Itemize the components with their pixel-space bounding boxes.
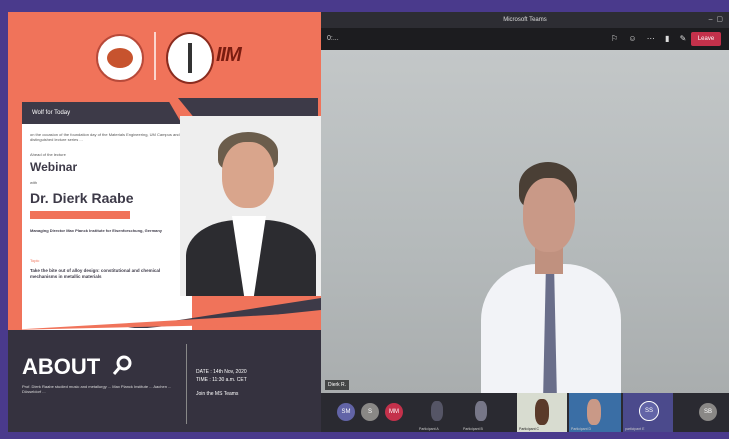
participant-tile[interactable]: SS participant E <box>623 393 673 432</box>
participant-avatar[interactable]: SM <box>337 403 355 421</box>
webinar-label: Webinar <box>30 160 78 174</box>
speaker-photo <box>180 116 321 296</box>
logo-divider <box>154 32 156 80</box>
speaker-role: Managing Director Max Planck Institute f… <box>30 228 163 233</box>
event-date: DATE : 14th Nov, 2020 <box>196 369 247 375</box>
participant-tile[interactable]: Participant B <box>461 393 501 432</box>
teams-window: Microsoft Teams – ▢ 0:... ⚐ ☺ ⋯ ▮ ✎ ⇪ Le… <box>321 12 729 432</box>
participant-avatar[interactable]: MM <box>385 403 403 421</box>
presenter-video[interactable]: Dierk R. <box>321 50 729 393</box>
participant-tile[interactable]: Participant C <box>517 393 567 432</box>
about-text: Prof. Dierk Raabe studied music and meta… <box>22 384 172 394</box>
topic-text: Take the bite out of alloy design: const… <box>30 268 161 279</box>
poster-header <box>8 12 321 92</box>
window-controls[interactable]: – ▢ <box>709 12 723 28</box>
leave-button[interactable]: Leave <box>691 32 721 46</box>
footer-divider <box>186 344 187 424</box>
meeting-toolbar: 0:... ⚐ ☺ ⋯ ▮ ✎ ⇪ Leave <box>321 28 729 50</box>
poster-footer <box>8 330 321 432</box>
call-timer: 0:... <box>327 35 339 42</box>
window-title: Microsoft Teams <box>503 17 547 23</box>
event-venue: Join the MS Teams <box>196 391 239 397</box>
with-label: with <box>30 180 38 185</box>
university-logo-icon <box>96 34 144 82</box>
speaker-name: Dr. Dierk Raabe <box>30 190 134 206</box>
presenter-name-tag: Dierk R. <box>325 380 350 390</box>
participant-tile[interactable]: Participant D <box>569 393 621 432</box>
webinar-poster: IIM Wolf for Today on the occasion of th… <box>8 12 321 432</box>
search-icon <box>112 355 132 375</box>
participant-avatar[interactable]: S <box>361 403 379 421</box>
organized-by: Ahead of the lecture <box>30 152 66 157</box>
tower-seal-icon <box>166 32 214 84</box>
participant-avatar[interactable]: SB <box>699 403 717 421</box>
event-time: TIME : 11:30 a.m. CET <box>196 377 247 383</box>
participant-tile[interactable]: Participant A <box>417 393 457 432</box>
poster-info-panel: on the occasion of the foundation day of… <box>22 124 192 334</box>
about-heading: ABOUT <box>22 354 101 379</box>
event-details: DATE : 14th Nov, 2020 TIME : 11:30 a.m. … <box>196 368 247 398</box>
topic-label: Topic <box>30 258 40 263</box>
institute-logo-icon: IIM <box>216 44 242 66</box>
intro-text: on the occasion of the foundation day of… <box>30 132 180 142</box>
participant-strip: SM S MM Participant A Participant B Part… <box>321 393 729 432</box>
poster-title-bar: Wolf for Today <box>22 102 182 124</box>
window-titlebar: Microsoft Teams – ▢ <box>321 12 729 28</box>
name-underline <box>30 211 130 219</box>
